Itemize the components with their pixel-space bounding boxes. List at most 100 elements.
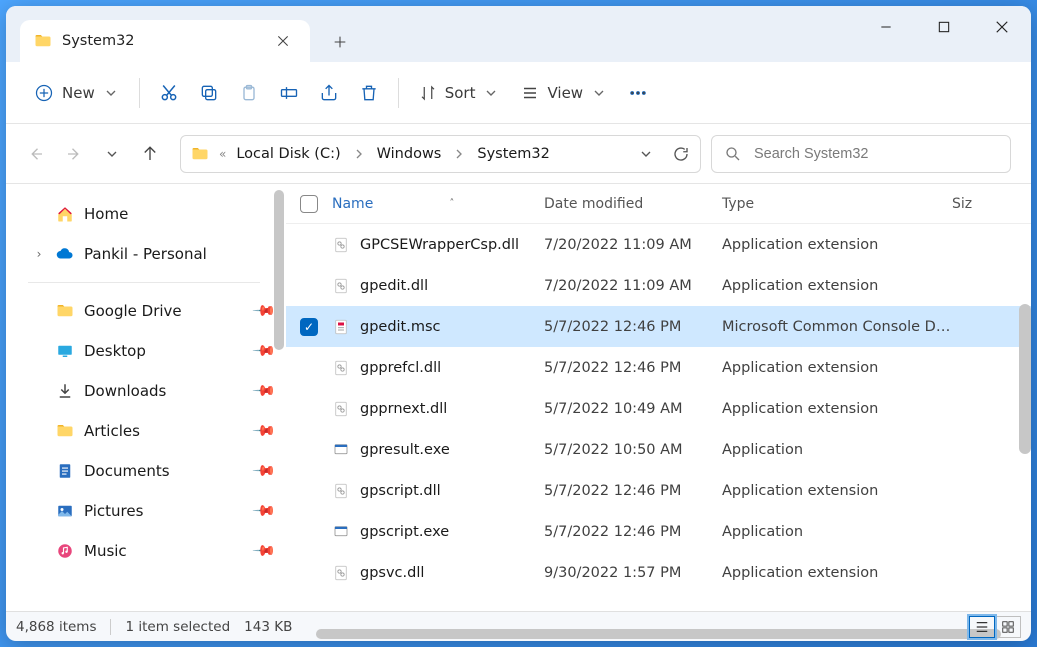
delete-button[interactable] xyxy=(350,73,388,113)
file-row[interactable]: gpscript.dll 5/7/2022 12:46 PM Applicati… xyxy=(286,470,1031,511)
cut-button[interactable] xyxy=(150,73,188,113)
sort-indicator-icon: ˄ xyxy=(449,198,454,209)
sidebar-item-onedrive[interactable]: › Pankil - Personal xyxy=(28,234,282,274)
file-list-pane: Name ˄ Date modified Type Siz GPCSEWrapp… xyxy=(286,184,1031,611)
search-box[interactable] xyxy=(711,135,1011,173)
maximize-button[interactable] xyxy=(915,6,973,48)
breadcrumb-windows[interactable]: Windows xyxy=(377,146,442,162)
column-name[interactable]: Name ˄ xyxy=(332,196,544,212)
copy-icon xyxy=(199,83,219,103)
file-row[interactable]: GPCSEWrapperCsp.dll 7/20/2022 11:09 AM A… xyxy=(286,224,1031,265)
column-type[interactable]: Type xyxy=(722,196,952,212)
column-size[interactable]: Siz xyxy=(952,196,1031,212)
address-dropdown-button[interactable] xyxy=(638,146,654,162)
search-input[interactable] xyxy=(754,146,998,162)
chevron-right-icon[interactable] xyxy=(351,146,367,162)
breadcrumb-prefix: « xyxy=(219,147,226,161)
file-type: Application extension xyxy=(722,360,952,376)
file-date: 7/20/2022 11:09 AM xyxy=(544,237,722,253)
file-date: 5/7/2022 12:46 PM xyxy=(544,524,722,540)
sidebar-item-pictures[interactable]: Pictures 📌 xyxy=(28,491,282,531)
file-date: 5/7/2022 12:46 PM xyxy=(544,483,722,499)
expand-icon[interactable]: › xyxy=(30,247,48,261)
file-row[interactable]: gpscript.exe 5/7/2022 12:46 PM Applicati… xyxy=(286,511,1031,552)
column-headers: Name ˄ Date modified Type Siz xyxy=(286,184,1031,224)
sidebar-item-label: Pankil - Personal xyxy=(84,245,207,263)
downloads-icon xyxy=(56,382,74,400)
file-name: gpedit.dll xyxy=(360,278,428,294)
more-button[interactable] xyxy=(619,73,657,113)
back-button[interactable] xyxy=(26,144,46,164)
sidebar-item-articles[interactable]: Articles 📌 xyxy=(28,411,282,451)
file-type: Application extension xyxy=(722,401,952,417)
up-button[interactable] xyxy=(140,144,160,164)
address-bar[interactable]: « Local Disk (C:) Windows System32 xyxy=(180,135,701,173)
sidebar-item-label: Documents xyxy=(84,462,170,480)
breadcrumb-local-disk[interactable]: Local Disk (C:) xyxy=(236,146,340,162)
refresh-button[interactable] xyxy=(672,145,690,163)
file-row[interactable]: ✓ gpedit.msc 5/7/2022 12:46 PM Microsoft… xyxy=(286,306,1031,347)
chevron-right-icon[interactable] xyxy=(451,146,467,162)
tab-close-button[interactable] xyxy=(270,28,296,54)
select-all-checkbox[interactable] xyxy=(300,195,318,213)
file-row[interactable]: gpresult.exe 5/7/2022 10:50 AM Applicati… xyxy=(286,429,1031,470)
pin-icon: 📌 xyxy=(252,498,278,524)
rename-button[interactable] xyxy=(270,73,308,113)
paste-button[interactable] xyxy=(230,73,268,113)
recent-locations-button[interactable] xyxy=(102,144,122,164)
separator xyxy=(398,78,399,108)
breadcrumb-system32[interactable]: System32 xyxy=(477,146,550,162)
sidebar-item-google-drive[interactable]: Google Drive 📌 xyxy=(28,291,282,331)
sidebar-item-home[interactable]: Home xyxy=(28,194,282,234)
sidebar-item-music[interactable]: Music 📌 xyxy=(28,531,282,571)
cloud-icon xyxy=(56,245,74,263)
sort-label: Sort xyxy=(445,84,476,102)
sidebar-scrollbar[interactable] xyxy=(274,190,284,350)
dll-file-icon xyxy=(332,236,350,254)
sidebar-item-downloads[interactable]: Downloads 📌 xyxy=(28,371,282,411)
horizontal-scrollbar[interactable] xyxy=(316,629,1001,639)
file-row[interactable]: gpprnext.dll 5/7/2022 10:49 AM Applicati… xyxy=(286,388,1031,429)
file-row[interactable]: gpsvc.dll 9/30/2022 1:57 PM Application … xyxy=(286,552,1031,593)
row-checkbox[interactable]: ✓ xyxy=(300,318,318,336)
thumbnails-icon xyxy=(1001,620,1015,634)
file-type: Application xyxy=(722,524,952,540)
new-tab-button[interactable] xyxy=(320,22,360,62)
pictures-icon xyxy=(56,502,74,520)
share-button[interactable] xyxy=(310,73,348,113)
sort-button[interactable]: Sort xyxy=(409,73,510,113)
chevron-down-icon xyxy=(591,85,607,101)
trash-icon xyxy=(359,83,379,103)
separator xyxy=(139,78,140,108)
sidebar-item-desktop[interactable]: Desktop 📌 xyxy=(28,331,282,371)
copy-button[interactable] xyxy=(190,73,228,113)
view-button[interactable]: View xyxy=(511,73,617,113)
exe-file-icon xyxy=(332,441,350,459)
view-label: View xyxy=(547,84,583,102)
toolbar: New Sort View xyxy=(6,62,1031,124)
file-name: gpsvc.dll xyxy=(360,565,424,581)
paste-icon xyxy=(239,83,259,103)
minimize-button[interactable] xyxy=(857,6,915,48)
pin-icon: 📌 xyxy=(252,538,278,564)
navigation-pane: Home › Pankil - Personal Google Drive 📌 … xyxy=(6,184,286,611)
file-type: Application extension xyxy=(722,237,952,253)
address-row: « Local Disk (C:) Windows System32 xyxy=(6,124,1031,184)
close-window-button[interactable] xyxy=(973,6,1031,48)
new-button[interactable]: New xyxy=(24,73,129,113)
file-row[interactable]: gpprefcl.dll 5/7/2022 12:46 PM Applicati… xyxy=(286,347,1031,388)
sidebar-item-documents[interactable]: Documents 📌 xyxy=(28,451,282,491)
vertical-scrollbar[interactable] xyxy=(1019,304,1031,454)
file-name: gpprefcl.dll xyxy=(360,360,441,376)
column-date[interactable]: Date modified xyxy=(544,196,722,212)
dll-file-icon xyxy=(332,482,350,500)
details-view-button[interactable] xyxy=(969,616,995,638)
file-row[interactable]: gpedit.dll 7/20/2022 11:09 AM Applicatio… xyxy=(286,265,1031,306)
home-icon xyxy=(56,205,74,223)
file-date: 9/30/2022 1:57 PM xyxy=(544,565,722,581)
sidebar-item-label: Home xyxy=(84,205,128,223)
separator xyxy=(28,282,260,283)
forward-button[interactable] xyxy=(64,144,84,164)
cut-icon xyxy=(159,83,179,103)
tab-system32[interactable]: System32 xyxy=(20,20,310,62)
